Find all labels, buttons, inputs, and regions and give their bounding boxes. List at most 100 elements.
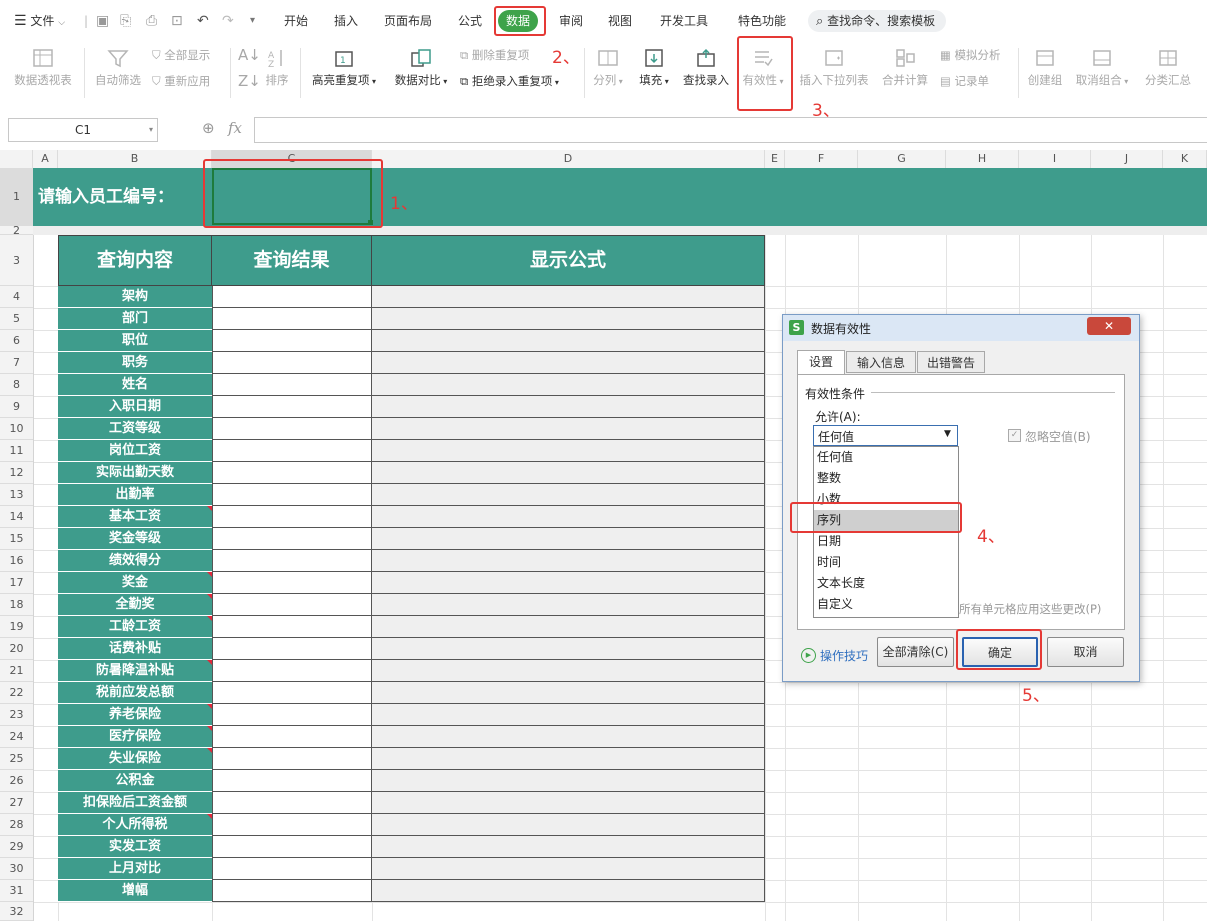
split-column-button[interactable]: 分列 ▾ — [590, 48, 626, 88]
row-header-22[interactable]: 22 — [0, 682, 33, 704]
formula-display-cell[interactable] — [371, 858, 765, 880]
file-menu[interactable]: ☰ 文件 ⌵ — [14, 10, 65, 32]
query-result-cell[interactable] — [212, 594, 372, 616]
option-custom[interactable]: 自定义 — [814, 594, 958, 615]
formula-display-cell[interactable] — [371, 286, 765, 308]
clear-all-button[interactable]: 全部清除(C) — [877, 637, 954, 667]
formula-display-cell[interactable] — [371, 792, 765, 814]
comment-indicator-icon[interactable] — [207, 572, 212, 577]
tab-insert[interactable]: 插入 — [334, 10, 358, 32]
row-header-30[interactable]: 30 — [0, 858, 33, 880]
row-header-3[interactable]: 3 — [0, 235, 33, 286]
column-header-e[interactable]: E — [765, 150, 785, 168]
dialog-title-bar[interactable]: S 数据有效性 ✕ — [783, 315, 1139, 341]
row-header-18[interactable]: 18 — [0, 594, 33, 616]
query-result-cell[interactable] — [212, 484, 372, 506]
print-icon[interactable]: ⎙ — [146, 10, 157, 32]
ungroup-button[interactable]: 取消组合 ▾ — [1072, 48, 1132, 88]
subtotal-button[interactable]: 分类汇总 — [1140, 48, 1196, 88]
comment-indicator-icon[interactable] — [207, 726, 212, 731]
highlight-duplicates-button[interactable]: 1 高亮重复项 ▾ — [308, 48, 380, 88]
comment-indicator-icon[interactable] — [207, 814, 212, 819]
row-header-19[interactable]: 19 — [0, 616, 33, 638]
name-box[interactable]: C1 ▾ — [8, 118, 158, 142]
formula-display-cell[interactable] — [371, 462, 765, 484]
formula-display-cell[interactable] — [371, 440, 765, 462]
export-icon[interactable]: ⎘ — [120, 10, 131, 32]
delete-duplicates-button[interactable]: ⧉ 删除重复项 — [460, 46, 529, 64]
formula-display-cell[interactable] — [371, 528, 765, 550]
formula-display-cell[interactable] — [371, 396, 765, 418]
row-header-9[interactable]: 9 — [0, 396, 33, 418]
query-result-cell[interactable] — [212, 748, 372, 770]
formula-display-cell[interactable] — [371, 880, 765, 902]
query-result-cell[interactable] — [212, 616, 372, 638]
query-result-cell[interactable] — [212, 836, 372, 858]
formula-display-cell[interactable] — [371, 770, 765, 792]
undo-icon[interactable]: ↶ — [197, 10, 209, 32]
row-header-15[interactable]: 15 — [0, 528, 33, 550]
comment-indicator-icon[interactable] — [207, 506, 212, 511]
formula-input[interactable] — [254, 117, 1207, 143]
option-any-value[interactable]: 任何值 — [814, 447, 958, 468]
query-result-cell[interactable] — [212, 682, 372, 704]
formula-display-cell[interactable] — [371, 594, 765, 616]
row-header-29[interactable]: 29 — [0, 836, 33, 858]
command-search[interactable]: ⌕ 查找命令、搜索模板 — [808, 10, 946, 32]
formula-display-cell[interactable] — [371, 330, 765, 352]
query-result-cell[interactable] — [212, 462, 372, 484]
row-header-12[interactable]: 12 — [0, 462, 33, 484]
comment-indicator-icon[interactable] — [207, 748, 212, 753]
formula-display-cell[interactable] — [371, 704, 765, 726]
formula-display-cell[interactable] — [371, 572, 765, 594]
row-header-31[interactable]: 31 — [0, 880, 33, 902]
column-header-h[interactable]: H — [946, 150, 1019, 168]
query-result-cell[interactable] — [212, 880, 372, 902]
query-result-cell[interactable] — [212, 286, 372, 308]
tab-settings[interactable]: 设置 — [797, 350, 845, 374]
sort-descending-icon[interactable]: Z↓ — [238, 72, 261, 90]
lookup-entry-button[interactable]: 查找录入 — [680, 48, 732, 88]
column-header-d[interactable]: D — [372, 150, 765, 168]
formula-display-cell[interactable] — [371, 550, 765, 572]
comment-indicator-icon[interactable] — [207, 704, 212, 709]
query-result-cell[interactable] — [212, 440, 372, 462]
tab-review[interactable]: 审阅 — [559, 10, 583, 32]
column-header-i[interactable]: I — [1019, 150, 1091, 168]
magnifier-icon[interactable]: ⊕ — [202, 119, 215, 137]
row-header-7[interactable]: 7 — [0, 352, 33, 374]
column-header-k[interactable]: K — [1163, 150, 1207, 168]
formula-display-cell[interactable] — [371, 836, 765, 858]
allow-select[interactable]: 任何值 ▼ — [813, 425, 958, 446]
query-result-cell[interactable] — [212, 396, 372, 418]
tab-developer[interactable]: 开发工具 — [660, 10, 708, 32]
row-header-28[interactable]: 28 — [0, 814, 33, 836]
what-if-analysis-button[interactable]: ▦ 模拟分析 — [940, 46, 1001, 64]
formula-display-cell[interactable] — [371, 308, 765, 330]
option-time[interactable]: 时间 — [814, 552, 958, 573]
query-result-cell[interactable] — [212, 726, 372, 748]
data-compare-button[interactable]: 数据对比 ▾ — [390, 48, 452, 88]
fill-button[interactable]: 填充 ▾ — [636, 48, 672, 88]
row-header-23[interactable]: 23 — [0, 704, 33, 726]
column-header-b[interactable]: B — [58, 150, 212, 168]
row-header-8[interactable]: 8 — [0, 374, 33, 396]
comment-indicator-icon[interactable] — [207, 594, 212, 599]
query-result-cell[interactable] — [212, 506, 372, 528]
query-result-cell[interactable] — [212, 770, 372, 792]
row-header-25[interactable]: 25 — [0, 748, 33, 770]
customize-toolbar-icon[interactable]: ▾ — [250, 10, 255, 32]
sort-button[interactable]: AZ 排序 — [262, 48, 292, 88]
query-result-cell[interactable] — [212, 704, 372, 726]
query-result-cell[interactable] — [212, 352, 372, 374]
tab-page-layout[interactable]: 页面布局 — [384, 10, 432, 32]
column-header-j[interactable]: J — [1091, 150, 1163, 168]
select-all-corner[interactable] — [0, 150, 33, 168]
formula-display-cell[interactable] — [371, 814, 765, 836]
tab-view[interactable]: 视图 — [608, 10, 632, 32]
comment-indicator-icon[interactable] — [207, 660, 212, 665]
row-header-27[interactable]: 27 — [0, 792, 33, 814]
row-header-10[interactable]: 10 — [0, 418, 33, 440]
redo-icon[interactable]: ↷ — [222, 10, 234, 32]
formula-display-cell[interactable] — [371, 748, 765, 770]
